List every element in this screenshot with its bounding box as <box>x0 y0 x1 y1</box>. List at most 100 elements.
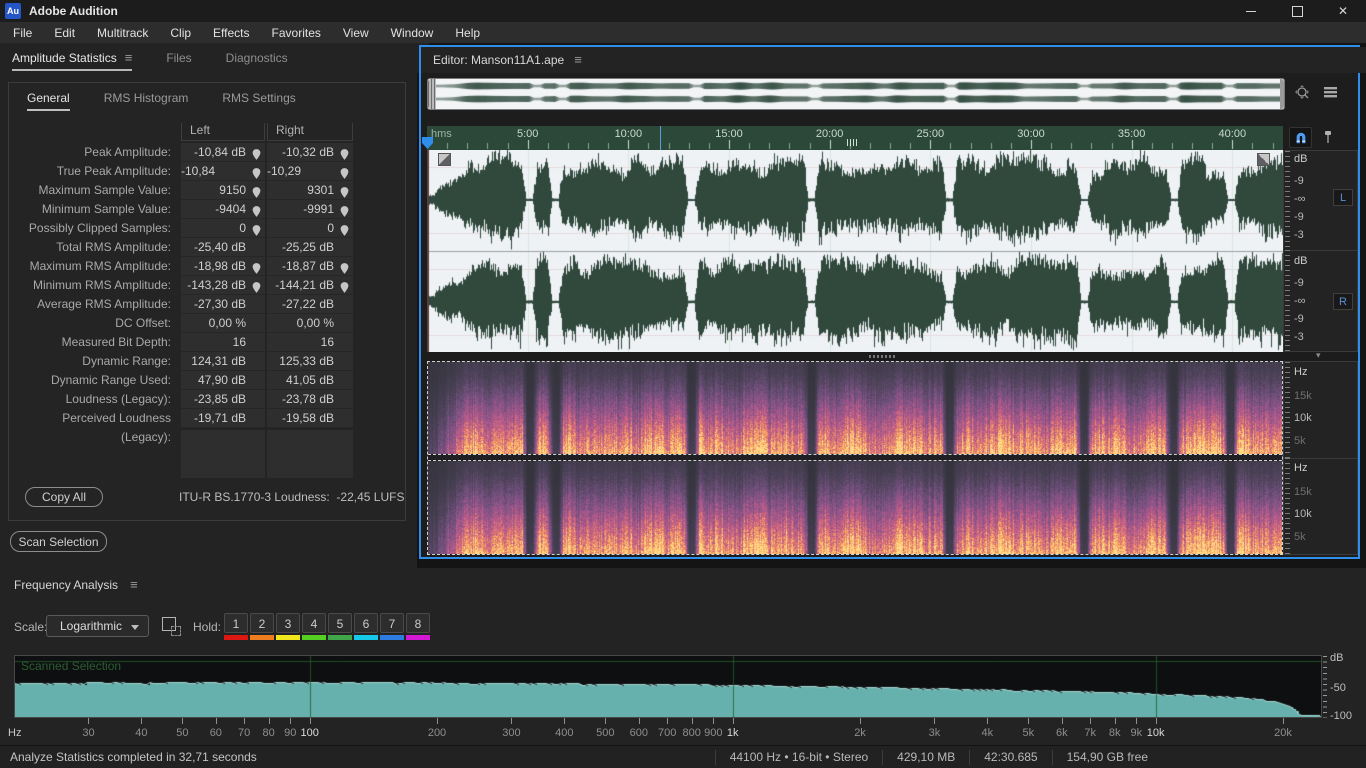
menu-file[interactable]: File <box>2 22 43 43</box>
column-header-right: Right <box>267 123 353 141</box>
panel-tab-files[interactable]: Files <box>166 45 191 71</box>
axis-tick-label: 700 <box>658 727 676 739</box>
jump-to-location-pin-icon[interactable] <box>340 204 349 215</box>
selection-handle-left[interactable] <box>438 153 451 166</box>
jump-to-location-pin-icon[interactable] <box>340 280 349 291</box>
hold-button-3[interactable]: 3 <box>276 613 300 633</box>
scan-selection-button[interactable]: Scan Selection <box>10 531 107 552</box>
hold-button-5[interactable]: 5 <box>328 613 352 633</box>
timeline-ruler[interactable]: hms 5:0010:0015:0020:0025:0030:0035:0040… <box>427 126 1283 150</box>
menu-window[interactable]: Window <box>380 22 445 43</box>
stat-value-cell: -27,30 dB <box>181 295 265 314</box>
menu-effects[interactable]: Effects <box>202 22 260 43</box>
axis-tick-label: 800 <box>682 727 700 739</box>
panel-menu-icon[interactable]: ≡ <box>130 580 138 590</box>
hold-button-6[interactable]: 6 <box>354 613 378 633</box>
hold-color-swatch <box>276 635 300 640</box>
axis-tick <box>511 718 512 724</box>
stat-value: -18,87 dB <box>282 257 334 275</box>
stat-label: Maximum RMS Amplitude: <box>9 257 179 276</box>
menu-help[interactable]: Help <box>444 22 491 43</box>
jump-to-location-pin-icon[interactable] <box>252 185 261 196</box>
axis-tick-label: 3k <box>929 727 941 739</box>
jump-to-location-pin-icon[interactable] <box>340 166 349 177</box>
axis-tick-label: 9k <box>1130 727 1142 739</box>
stat-value-cell: 0 <box>181 219 265 238</box>
panel-tab-diagnostics[interactable]: Diagnostics <box>226 45 288 71</box>
maximize-button[interactable] <box>1274 0 1320 22</box>
stat-label: Average RMS Amplitude: <box>9 295 179 314</box>
db-axis-label: -50 <box>1330 682 1346 694</box>
axis-tick-label: 4k <box>982 727 994 739</box>
panel-menu-icon[interactable]: ≡ <box>574 55 582 65</box>
menu-view[interactable]: View <box>332 22 380 43</box>
waveform-display[interactable] <box>427 150 1283 352</box>
stat-value: -143,28 dB <box>187 276 246 294</box>
stat-value: -18,98 dB <box>194 257 246 275</box>
selection-handle-right[interactable] <box>1257 153 1270 166</box>
jump-to-location-pin-icon[interactable] <box>340 147 349 158</box>
ruler-tick-label: -9 <box>1294 277 1304 289</box>
stats-sub-tabs: General RMS Histogram RMS Settings <box>27 91 296 111</box>
panel-menu-icon[interactable]: ≡ <box>125 53 133 63</box>
axis-tick-label: 100 <box>300 727 318 739</box>
stat-value-cell: -10,32 dB <box>267 143 353 162</box>
copy-graph-icon[interactable] <box>162 617 176 631</box>
overview-navigator[interactable] <box>427 78 1285 110</box>
waveform-spectral-splitter[interactable]: ▾ <box>421 352 1358 361</box>
jump-to-location-pin-icon[interactable] <box>252 261 261 272</box>
overview-left-handle[interactable] <box>428 79 436 109</box>
collapse-arrow-icon[interactable]: ▾ <box>1316 350 1321 361</box>
jump-to-location-pin-icon[interactable] <box>252 280 261 291</box>
menu-clip[interactable]: Clip <box>159 22 202 43</box>
scale-label: Scale: <box>14 620 47 634</box>
hold-button-8[interactable]: 8 <box>406 613 430 633</box>
stat-value: 124,31 dB <box>191 352 246 370</box>
tab-general[interactable]: General <box>27 91 70 111</box>
channel-badge-l[interactable]: L <box>1333 189 1353 206</box>
channel-badge-r[interactable]: R <box>1333 293 1353 310</box>
jump-to-location-pin-icon[interactable] <box>340 185 349 196</box>
jump-to-location-pin-icon[interactable] <box>252 166 261 177</box>
jump-to-location-pin-icon[interactable] <box>252 204 261 215</box>
menu-edit[interactable]: Edit <box>43 22 86 43</box>
axis-tick <box>605 718 606 724</box>
copy-all-button[interactable]: Copy All <box>25 487 103 507</box>
close-button[interactable]: ✕ <box>1320 0 1366 22</box>
minimize-button[interactable] <box>1228 0 1274 22</box>
jump-to-location-pin-icon[interactable] <box>340 223 349 234</box>
frequency-ruler: Hz15k10k5kHz15k10k5k <box>1283 361 1358 555</box>
hold-button-1[interactable]: 1 <box>224 613 248 633</box>
hold-button-4[interactable]: 4 <box>302 613 326 633</box>
stat-value: 0 <box>327 219 334 237</box>
tab-rms-settings[interactable]: RMS Settings <box>222 91 295 111</box>
menu-favorites[interactable]: Favorites <box>261 22 332 43</box>
marker-pin-tool[interactable] <box>1318 127 1338 148</box>
tab-rms-histogram[interactable]: RMS Histogram <box>104 91 189 111</box>
display-options-icon[interactable] <box>1322 84 1339 101</box>
spectral-display[interactable] <box>427 361 1283 555</box>
table-row: Dynamic Range:124,31 dB125,33 dB <box>9 352 405 371</box>
frequency-graph[interactable]: Scanned Selection <box>14 655 1322 718</box>
zoom-navigate-icon[interactable] <box>1293 84 1312 103</box>
timeline-label: 25:00 <box>917 128 945 140</box>
menu-multitrack[interactable]: Multitrack <box>86 22 159 43</box>
jump-to-location-pin-icon[interactable] <box>252 223 261 234</box>
splitter-handle-icon[interactable] <box>869 355 895 358</box>
panel-tab-amplitude-statistics[interactable]: Amplitude Statistics≡ <box>12 45 132 71</box>
editor-tab[interactable]: Editor: Manson11A1.ape <box>433 53 564 67</box>
hold-button-2[interactable]: 2 <box>250 613 274 633</box>
overview-right-handle[interactable] <box>1280 79 1284 109</box>
axis-tick-label: 6k <box>1056 727 1068 739</box>
stat-value: 16 <box>233 333 246 351</box>
stat-value: 125,33 dB <box>279 352 334 370</box>
stat-value: -23,78 dB <box>282 390 334 408</box>
jump-to-location-pin-icon[interactable] <box>340 261 349 272</box>
stat-label: Dynamic Range Used: <box>9 371 179 390</box>
hold-color-swatch <box>250 635 274 640</box>
hold-button-7[interactable]: 7 <box>380 613 404 633</box>
snap-toggle[interactable] <box>1289 127 1312 148</box>
axis-tick <box>667 718 668 724</box>
scale-select[interactable]: Logarithmic <box>46 615 149 637</box>
jump-to-location-pin-icon[interactable] <box>252 147 261 158</box>
